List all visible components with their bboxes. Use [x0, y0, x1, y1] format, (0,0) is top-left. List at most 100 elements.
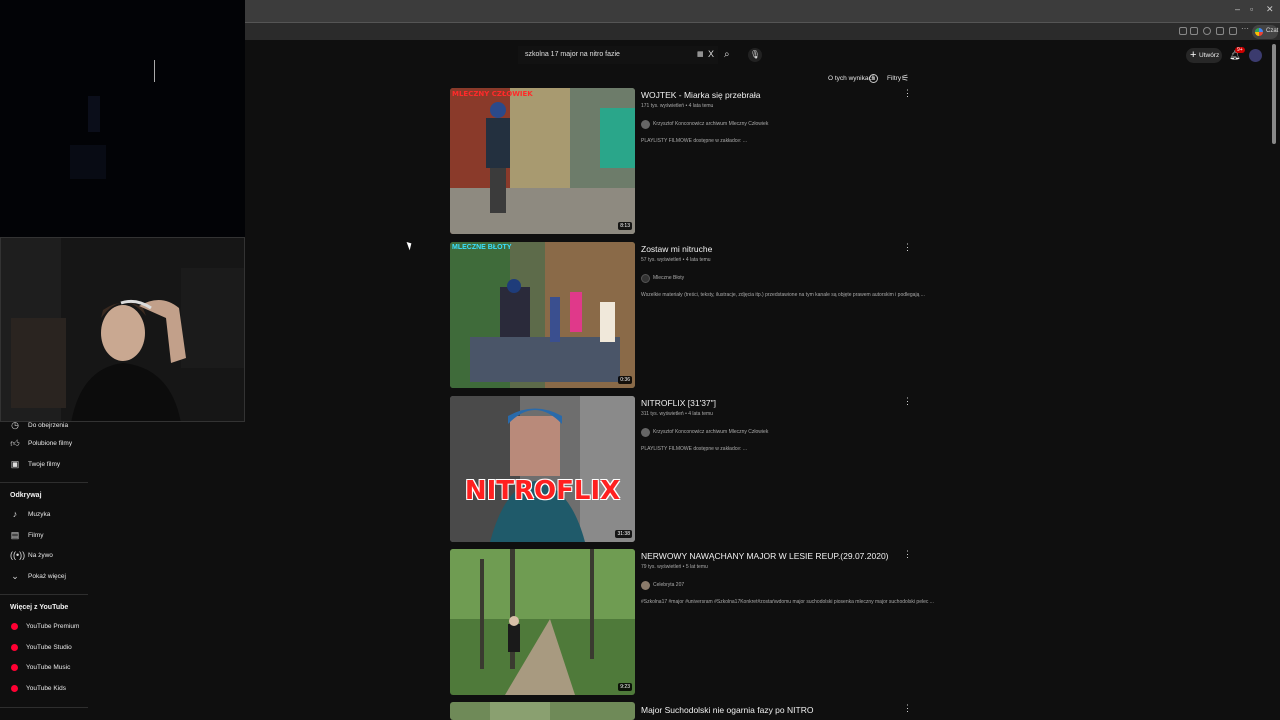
sliders-icon[interactable]: ⚟ — [901, 73, 909, 84]
sidebar-divider — [0, 482, 88, 483]
bookmark-star-icon[interactable] — [1216, 27, 1224, 35]
sidebar-item-label: Muzyka — [28, 510, 51, 518]
extension-icon[interactable] — [1190, 27, 1198, 35]
create-label: Utwórz — [1199, 52, 1220, 59]
more-options-icon[interactable]: ⋮ — [903, 703, 912, 714]
video-result[interactable]: MLECZNE BŁOTY 0:36 Zostaw mi nitruche 57… — [450, 242, 925, 388]
microphone-icon[interactable]: 🎙︎ — [748, 48, 762, 62]
duration-badge: 8:13 — [618, 222, 632, 230]
video-description: PLAYLISTY FILMOWE dostępne w zakładce: .… — [641, 446, 747, 452]
more-options-icon[interactable]: ⋮ — [903, 396, 912, 407]
video-thumbnail[interactable]: NITROFLIX 31:38 — [450, 396, 635, 542]
sidebar-item-youtube-music[interactable]: YouTube Music — [0, 658, 88, 676]
sidebar-item-live[interactable]: ((•)) Na żywo — [0, 546, 88, 564]
more-icon[interactable]: ⋯ — [1241, 24, 1249, 33]
chevron-down-icon: ⌄ — [11, 571, 19, 581]
sidebar-item-label: YouTube Music — [26, 663, 71, 671]
profile-label: Czat — [1266, 28, 1279, 34]
clear-search-button[interactable]: X — [708, 49, 714, 59]
channel-link[interactable]: Mleczne Błoty — [641, 273, 684, 283]
video-result[interactable]: Major Suchodolski nie ogarnia fazy po NI… — [450, 702, 915, 720]
channel-name: Mleczne Błoty — [653, 275, 685, 281]
channel-avatar — [641, 580, 650, 590]
youtube-kids-icon — [11, 684, 18, 692]
create-button[interactable]: + Utwórz — [1186, 48, 1222, 63]
video-result[interactable]: MLECZNY CZŁOWIEK 8:13 WOJTEK - Miarka si… — [450, 88, 915, 234]
channel-avatar — [641, 273, 650, 283]
sidebar-item-watch-later[interactable]: ◷ Do obejrzenia — [0, 416, 88, 434]
filters-button[interactable]: Filtry — [887, 75, 901, 82]
clock-icon: ◷ — [11, 420, 19, 430]
video-description: PLAYLISTY FILMOWE dostępne w zakładce: .… — [641, 138, 747, 144]
minimize-button[interactable]: – — [1235, 4, 1240, 14]
video-meta: 311 tys. wyświetleń • 4 lata temu — [641, 411, 713, 417]
keyboard-icon[interactable]: ▦ — [697, 50, 704, 58]
channel-avatar — [641, 119, 650, 129]
sidebar-heading-explore: Odkrywaj — [10, 492, 42, 499]
youtube-music-icon — [11, 663, 18, 671]
video-result[interactable]: 9:23 NERWOWY NAWĄCHANY MAJOR W LESIE REU… — [450, 549, 934, 695]
webcam-overlay-streamer — [0, 237, 245, 422]
browser-toolbar: ⋯ Czat — [245, 22, 1280, 40]
sidebar-item-youtube-kids[interactable]: YouTube Kids — [0, 679, 88, 697]
browser-tab-bar: – ▫ ✕ — [245, 0, 1280, 22]
thumbnail-image — [450, 549, 635, 695]
overlay-shadow — [88, 96, 100, 132]
video-meta: 171 tys. wyświetleń • 4 lata temu — [641, 103, 714, 109]
video-title[interactable]: Major Suchodolski nie ogarnia fazy po NI… — [641, 705, 813, 715]
channel-link[interactable]: Krzysztof Konconowicz archiwum Mleczny C… — [641, 119, 768, 129]
video-thumbnail[interactable] — [450, 702, 635, 720]
close-window-button[interactable]: ✕ — [1266, 4, 1274, 15]
video-meta: 79 tys. wyświetleń • 5 lat temu — [641, 564, 708, 570]
video-title[interactable]: NERWOWY NAWĄCHANY MAJOR W LESIE REUP.(29… — [641, 551, 889, 561]
streamer-image — [1, 238, 244, 421]
thumbnail-image — [450, 396, 635, 542]
video-title[interactable]: WOJTEK - Miarka się przebrała — [641, 90, 761, 100]
maximize-button[interactable]: ▫ — [1250, 4, 1253, 14]
video-thumbnail[interactable]: MLECZNE BŁOTY 0:36 — [450, 242, 635, 388]
sidebar-item-label: Pokaż więcej — [28, 572, 66, 580]
channel-link[interactable]: Krzysztof Konconowicz archiwum Mleczny C… — [641, 427, 768, 437]
thumbnail-image — [450, 242, 635, 388]
channel-name: Krzysztof Konconowicz archiwum Mleczny C… — [653, 429, 769, 435]
more-options-icon[interactable]: ⋮ — [903, 549, 912, 560]
duration-badge: 0:36 — [618, 376, 632, 384]
extension-icon[interactable] — [1179, 27, 1187, 35]
page-scrollbar[interactable] — [1272, 44, 1276, 144]
extension-icon[interactable] — [1203, 27, 1211, 35]
video-thumbnail[interactable]: MLECZNY CZŁOWIEK 8:13 — [450, 88, 635, 234]
more-options-icon[interactable]: ⋮ — [903, 88, 912, 99]
video-title[interactable]: Zostaw mi nitruche — [641, 244, 712, 254]
sidebar-heading-more-from-youtube: Więcej z YouTube — [10, 604, 69, 611]
live-icon: ((•)) — [10, 550, 26, 560]
sidebar-item-label: Do obejrzenia — [28, 421, 69, 429]
youtube-studio-icon — [11, 643, 18, 651]
info-icon[interactable]: i — [869, 74, 878, 83]
sidebar-item-label: YouTube Kids — [26, 684, 66, 692]
duration-badge: 31:38 — [615, 530, 632, 538]
more-options-icon[interactable]: ⋮ — [903, 242, 912, 253]
sidebar-divider — [0, 594, 88, 595]
overlay-shadow — [70, 145, 106, 179]
video-title[interactable]: NITROFLIX [31'37"] — [641, 398, 716, 408]
sidebar-item-youtube-premium[interactable]: YouTube Premium — [0, 617, 88, 635]
sidebar-item-liked[interactable]: 👍︎ Polubione filmy — [0, 434, 88, 452]
profile-chat-button[interactable]: Czat — [1252, 25, 1278, 39]
sidebar-item-movies[interactable]: ▤ Filmy — [0, 526, 88, 544]
search-icon[interactable]: ⌕ — [724, 49, 730, 60]
video-thumbnail[interactable]: 9:23 — [450, 549, 635, 695]
sidebar-item-music[interactable]: ♪ Muzyka — [0, 505, 88, 523]
sidebar-item-label: Na żywo — [28, 551, 53, 559]
extension-icon[interactable] — [1229, 27, 1237, 35]
video-result[interactable]: NITROFLIX 31:38 NITROFLIX [31'37"] 311 t… — [450, 396, 915, 542]
search-input[interactable]: szkolna 17 major na nitro fazie — [518, 46, 718, 64]
chrome-profile-icon — [1255, 28, 1263, 36]
sidebar-item-your-videos[interactable]: ▣ Twoje filmy — [0, 455, 88, 473]
play-square-icon: ▣ — [10, 459, 20, 469]
sidebar-item-show-more[interactable]: ⌄ Pokaż więcej — [0, 567, 88, 585]
notifications-badge: 9+ — [1235, 47, 1245, 53]
avatar[interactable] — [1249, 49, 1262, 62]
webcam-overlay-dark — [0, 0, 245, 237]
sidebar-item-youtube-studio[interactable]: YouTube Studio — [0, 638, 88, 656]
channel-link[interactable]: Celebryta 207 — [641, 580, 684, 590]
